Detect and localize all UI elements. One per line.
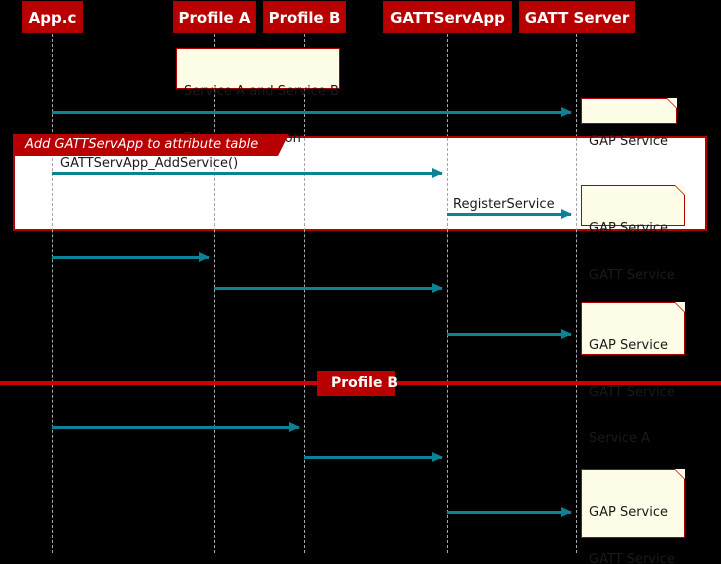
note-line: GAP Service bbox=[589, 221, 668, 236]
message-arrow-gattservapp-to-gattserver-3 bbox=[447, 507, 572, 517]
participant-label: Profile A bbox=[178, 9, 251, 27]
note-line: GAP Service bbox=[589, 134, 668, 149]
lifeline-gattserver bbox=[576, 34, 577, 553]
participant-gattservapp[interactable]: GATTServApp bbox=[383, 1, 512, 33]
message-label-registerservice: RegisterService bbox=[453, 197, 555, 212]
lifeline-appc-in-group bbox=[52, 158, 53, 231]
participant-label: Profile B bbox=[268, 9, 341, 27]
sequence-diagram-canvas: App.c Profile A Profile B GATTServApp GA… bbox=[0, 0, 721, 564]
note-line: GATT Service bbox=[589, 384, 675, 400]
participant-label: GATT Server bbox=[524, 9, 630, 27]
note-gap-gatt-service: GAP Service GATT Service bbox=[581, 185, 685, 283]
note-line: Service A and Service B bbox=[184, 84, 339, 99]
note-gap-service: GAP Service bbox=[581, 98, 677, 149]
participant-label: GATTServApp bbox=[390, 9, 505, 27]
participant-gattserver[interactable]: GATT Server bbox=[519, 1, 635, 33]
divider-label-profile-b: Profile B bbox=[317, 371, 398, 396]
participant-profileb[interactable]: Profile B bbox=[263, 1, 346, 33]
note-table-initialization: Service A and Service B Table initializa… bbox=[176, 48, 340, 146]
note-gap-gatt-servicea: GAP Service GATT Service Service A bbox=[581, 302, 685, 446]
divider-label-text: Profile B bbox=[331, 375, 398, 391]
message-arrow-appc-to-profilea bbox=[52, 252, 210, 262]
participant-appc[interactable]: App.c bbox=[22, 1, 83, 33]
message-arrow-gattservapp-to-gattserver-register bbox=[447, 209, 572, 219]
note-line: GATT Service bbox=[589, 267, 675, 283]
note-line: GAP Service bbox=[589, 505, 668, 520]
message-arrow-profileb-to-gattservapp bbox=[304, 452, 443, 462]
lifeline-gattserver-in-group bbox=[576, 138, 577, 231]
lifeline-gattservapp-in-group bbox=[447, 138, 448, 231]
message-arrow-appc-to-profileb bbox=[52, 422, 300, 432]
group-header-label: Add GATTServApp to attribute table bbox=[13, 134, 290, 156]
message-arrow-gattservapp-to-gattserver-2 bbox=[447, 329, 572, 339]
group-label-text: Add GATTServApp to attribute table bbox=[25, 137, 259, 152]
message-arrow-profilea-to-gattservapp bbox=[214, 283, 443, 293]
participant-profilea[interactable]: Profile A bbox=[173, 1, 256, 33]
participant-label: App.c bbox=[28, 9, 77, 27]
note-line: GAP Service bbox=[589, 338, 668, 353]
note-gap-gatt-servicea-serviceb: GAP Service GATT Service Service A Servi… bbox=[581, 469, 685, 564]
note-line: GATT Service bbox=[589, 551, 675, 564]
note-line: Service A bbox=[589, 431, 651, 446]
